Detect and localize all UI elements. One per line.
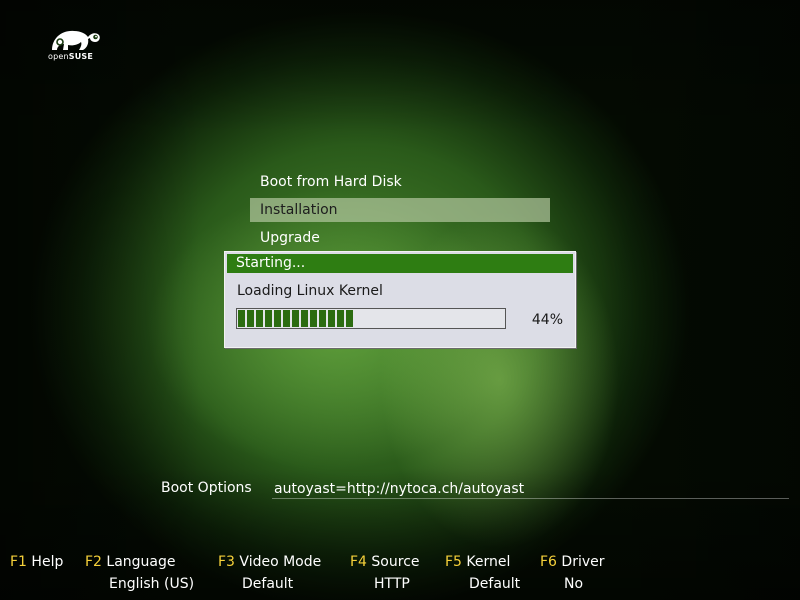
fkey-label: Video Mode <box>239 554 322 570</box>
boot-menu: Boot from Hard Disk Installation Upgrade <box>250 170 550 254</box>
dialog-message: Loading Linux Kernel <box>237 283 383 299</box>
fkey-key: F1 <box>10 554 27 570</box>
fkey-f6-driver[interactable]: F6 Driver No <box>540 551 605 595</box>
fkey-f5-kernel[interactable]: F5 Kernel Default <box>445 551 520 595</box>
menu-item-upgrade[interactable]: Upgrade <box>250 226 550 250</box>
progress-percent: 44% <box>531 312 563 328</box>
fkey-label: Language <box>106 554 176 570</box>
fkey-key: F4 <box>350 554 367 570</box>
fkey-value: No <box>564 576 584 592</box>
logo-wordmark: openSUSE <box>48 52 94 61</box>
progress-bar <box>236 308 506 329</box>
opensuse-logo: openSUSE <box>48 26 108 62</box>
fkey-key: F3 <box>218 554 235 570</box>
menu-item-boot-from-hard-disk[interactable]: Boot from Hard Disk <box>250 170 550 194</box>
starting-dialog: Starting... Loading Linux Kernel 44% <box>224 251 576 348</box>
fkey-key: F2 <box>85 554 102 570</box>
fkey-key: F5 <box>445 554 462 570</box>
fkey-f1-help[interactable]: F1 Help <box>10 551 63 573</box>
fkey-f4-source[interactable]: F4 Source HTTP <box>350 551 420 595</box>
fkey-value: Default <box>469 576 521 592</box>
fkey-f3-video-mode[interactable]: F3 Video Mode Default <box>218 551 321 595</box>
fkey-label: Driver <box>561 554 605 570</box>
boot-screen: openSUSE Boot from Hard Disk Installatio… <box>0 0 800 600</box>
function-key-bar: F1 Help F2 Language English (US) F3 Vide… <box>0 551 800 595</box>
boot-options-input[interactable] <box>272 479 789 499</box>
fkey-value: HTTP <box>374 576 410 592</box>
fkey-label: Kernel <box>466 554 511 570</box>
fkey-value: Default <box>242 576 294 592</box>
fkey-f2-language[interactable]: F2 Language English (US) <box>85 551 194 595</box>
fkey-label: Source <box>371 554 420 570</box>
gecko-icon <box>52 30 100 50</box>
boot-options-label: Boot Options <box>161 480 252 496</box>
fkey-value: English (US) <box>109 576 195 592</box>
fkey-key: F6 <box>540 554 557 570</box>
progress-bar-fill <box>238 310 353 327</box>
fkey-label: Help <box>31 554 64 570</box>
dialog-title: Starting... <box>227 254 573 273</box>
menu-item-installation[interactable]: Installation <box>250 198 550 222</box>
